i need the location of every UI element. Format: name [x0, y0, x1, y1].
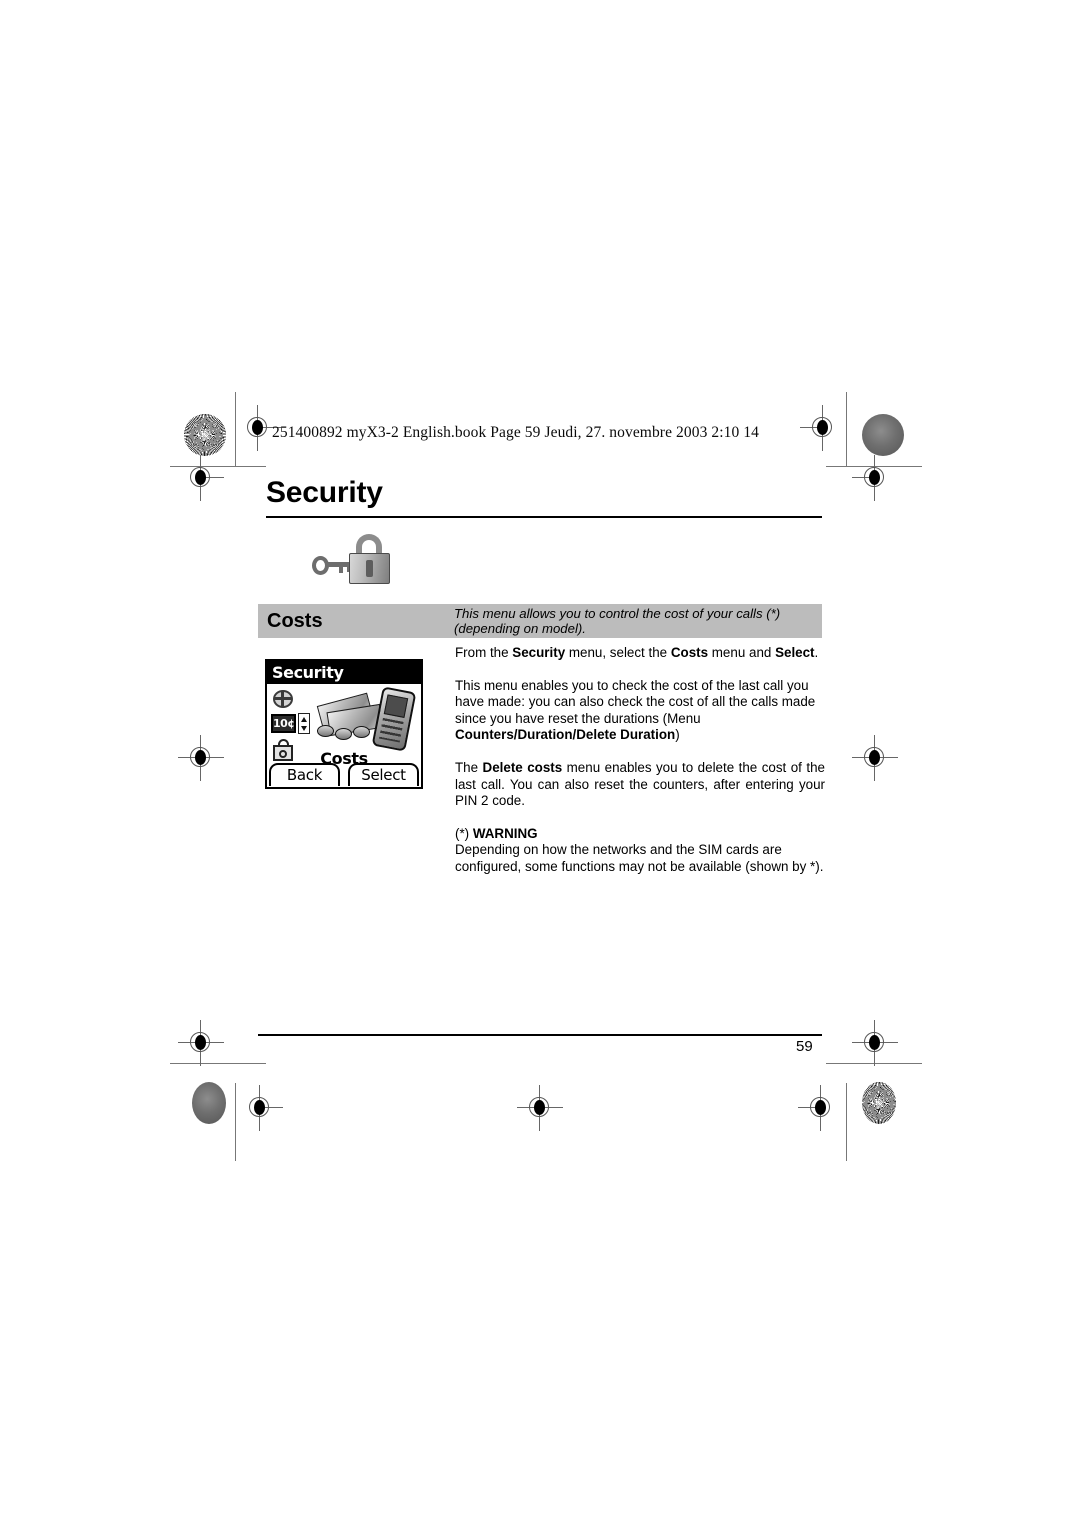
intro-bold-costs: Costs: [670, 645, 709, 660]
title-underline: [266, 516, 822, 519]
intro-mid1: menu, select the: [565, 645, 671, 660]
section-description-line1: This menu allows you to control the cost…: [454, 606, 781, 621]
cost-meter-icon: 10¢: [271, 714, 296, 733]
intro-mid2: menu and: [708, 645, 776, 660]
registration-mark-lower-left: [178, 1020, 224, 1066]
section-header-band: Costs This menu allows you to control th…: [258, 604, 822, 638]
section-title: Costs: [267, 610, 323, 632]
intro-suffix: .: [814, 645, 819, 660]
footer-rule: [258, 1034, 822, 1036]
para2-prefix: The: [455, 759, 483, 775]
warning-body: Depending on how the networks and the SI…: [455, 842, 824, 874]
paragraph-delete-costs: The Delete costs menu enables you to del…: [455, 760, 825, 810]
registration-mark-bottom-left: [237, 1085, 283, 1131]
softkey-select[interactable]: Select: [348, 763, 419, 786]
rosette-top-left: [184, 414, 226, 456]
registration-mark-center-left: [178, 735, 224, 781]
warning-heading: (*) WARNING: [455, 826, 825, 843]
registration-mark-lower-right: [852, 1020, 898, 1066]
body-text-column: From the Security menu, select the Costs…: [455, 645, 825, 892]
phone-screen-softkeys: Back Select: [267, 761, 421, 787]
trim-rule-right-vert-bottom: [846, 1083, 848, 1161]
phone-screen-title: Security: [272, 663, 344, 682]
rosette-bottom-left: [192, 1082, 226, 1124]
phone-screen-illustration: Security 10¢ Costs Back Select: [265, 659, 423, 789]
warning-label: WARNING: [472, 825, 538, 841]
paragraph-counters: This menu enables you to check the cost …: [455, 678, 825, 744]
intro-bold-security: Security: [512, 645, 566, 660]
para1-bold-menu-path: Counters/Duration/Delete Duration: [455, 727, 676, 743]
para2-bold-delete-costs: Delete costs: [482, 759, 563, 775]
para1-text: This menu enables you to check the cost …: [455, 677, 816, 726]
para1-tail: ): [675, 727, 680, 743]
manual-page: 251400892 myX3-2 English.book Page 59 Je…: [0, 0, 1080, 1528]
registration-mark-mid-right: [852, 455, 898, 501]
scroll-arrows-icon: [298, 713, 310, 734]
paragraph-intro: From the Security menu, select the Costs…: [455, 645, 825, 662]
intro-bold-select: Select: [775, 645, 815, 660]
phone-screen-titlebar: Security: [267, 661, 421, 684]
registration-mark-top-right: [800, 405, 846, 451]
warning-asterisk: (*): [455, 825, 473, 841]
registration-mark-bottom-right: [798, 1085, 844, 1131]
trim-rule-right-vert: [846, 392, 848, 467]
header-meta-line: 251400892 myX3-2 English.book Page 59 Je…: [272, 424, 760, 441]
section-description: This menu allows you to control the cost…: [454, 606, 834, 636]
money-and-phone-artwork: [315, 686, 419, 752]
softkey-back[interactable]: Back: [269, 763, 340, 786]
section-description-line2: (depending on model).: [454, 621, 586, 637]
trim-rule-left-vert-bottom: [235, 1083, 237, 1161]
registration-mark-mid-left: [178, 455, 224, 501]
page-title: Security: [266, 476, 383, 509]
rosette-top-right: [862, 414, 904, 456]
page-number: 59: [796, 1038, 813, 1055]
globe-icon: [272, 688, 294, 710]
registration-mark-bottom-center: [517, 1085, 563, 1131]
intro-prefix: From the: [455, 645, 513, 660]
rosette-bottom-right: [862, 1082, 896, 1124]
key-and-padlock-icon: [306, 531, 392, 587]
registration-mark-center-right: [852, 735, 898, 781]
